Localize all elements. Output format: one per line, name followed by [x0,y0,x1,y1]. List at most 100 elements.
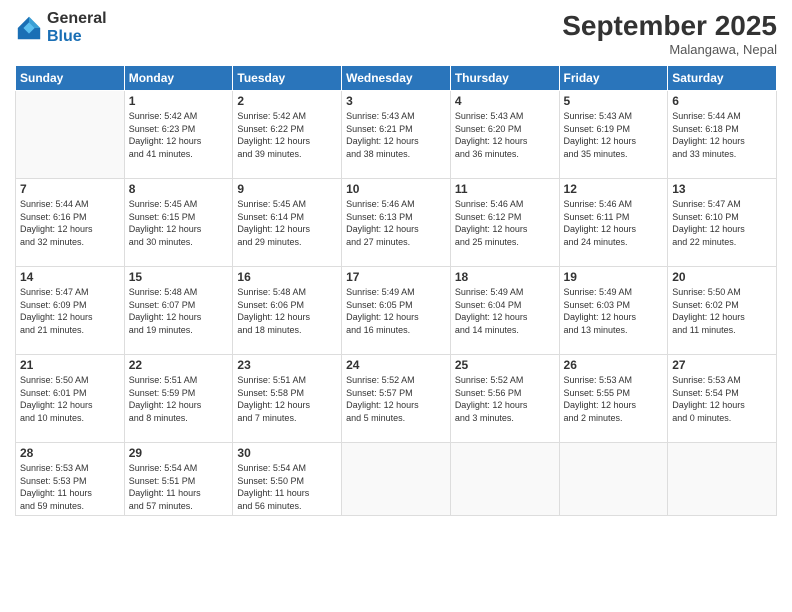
table-row: 15Sunrise: 5:48 AMSunset: 6:07 PMDayligh… [124,267,233,355]
day-info: Sunrise: 5:43 AMSunset: 6:20 PMDaylight:… [455,110,555,160]
table-row: 22 Sunrise: 5:51 AMSunset: 5:59 PMDayligh… [124,355,233,443]
table-row: 7 Sunrise: 5:44 AMSunset: 6:16 PMDaylight… [16,179,125,267]
table-row: 5 Sunrise: 5:43 AMSunset: 6:19 PMDaylight… [559,91,668,179]
day-info: Sunrise: 5:45 AMSunset: 6:15 PMDaylight:… [129,198,229,248]
calendar-table: Sunday Monday Tuesday Wednesday Thursday… [15,65,777,516]
table-row: 2 Sunrise: 5:42 AMSunset: 6:22 PMDaylight… [233,91,342,179]
day-info: Sunrise: 5:49 AMSunset: 6:05 PMDaylight:… [346,286,446,336]
table-row: 30 Sunrise: 5:54 AMSunset: 5:50 PMDayligh… [233,443,342,516]
table-row: 10 Sunrise: 5:46 AMSunset: 6:13 PMDayligh… [342,179,451,267]
table-row: 11 Sunrise: 5:46 AMSunset: 6:12 PMDayligh… [450,179,559,267]
page-header: General Blue September 2025 Malangawa, N… [15,10,777,57]
day-info: Sunrise: 5:48 AMSunset: 6:06 PMDaylight:… [237,286,337,336]
day-number: 23 [237,358,337,372]
day-info: Sunrise: 5:44 AMSunset: 6:16 PMDaylight:… [20,198,120,248]
day-info: Sunrise: 5:42 AMSunset: 6:22 PMDaylight:… [237,110,337,160]
day-number: 3 [346,94,446,108]
header-friday: Friday [559,66,668,91]
day-info: Sunrise: 5:54 AMSunset: 5:51 PMDaylight:… [129,462,229,512]
day-info: Sunrise: 5:43 AMSunset: 6:21 PMDaylight:… [346,110,446,160]
day-number: 6 [672,94,772,108]
day-number: 10 [346,182,446,196]
day-info: Sunrise: 5:47 AMSunset: 6:09 PMDaylight:… [20,286,120,336]
day-number: 5 [564,94,664,108]
day-info: Sunrise: 5:48 AMSunset: 6:07 PMDaylight:… [129,286,229,336]
day-number: 21 [20,358,120,372]
table-row: 19Sunrise: 5:49 AMSunset: 6:03 PMDayligh… [559,267,668,355]
day-number: 16 [237,270,337,284]
day-number: 26 [564,358,664,372]
day-number: 29 [129,446,229,460]
day-info: Sunrise: 5:52 AMSunset: 5:57 PMDaylight:… [346,374,446,424]
day-number: 22 [129,358,229,372]
title-block: September 2025 Malangawa, Nepal [562,10,777,57]
day-number: 20 [672,270,772,284]
table-row: 13 Sunrise: 5:47 AMSunset: 6:10 PMDayligh… [668,179,777,267]
day-info: Sunrise: 5:49 AMSunset: 6:03 PMDaylight:… [564,286,664,336]
table-row: 20 Sunrise: 5:50 AMSunset: 6:02 PMDayligh… [668,267,777,355]
day-number: 30 [237,446,337,460]
table-row [668,443,777,516]
day-info: Sunrise: 5:52 AMSunset: 5:56 PMDaylight:… [455,374,555,424]
day-number: 25 [455,358,555,372]
table-row: 21 Sunrise: 5:50 AMSunset: 6:01 PMDayligh… [16,355,125,443]
location-subtitle: Malangawa, Nepal [562,42,777,57]
day-info: Sunrise: 5:42 AMSunset: 6:23 PMDaylight:… [129,110,229,160]
day-info: Sunrise: 5:54 AMSunset: 5:50 PMDaylight:… [237,462,337,512]
day-info: Sunrise: 5:50 AMSunset: 6:02 PMDaylight:… [672,286,772,336]
logo-general: General [47,10,107,27]
day-info: Sunrise: 5:50 AMSunset: 6:01 PMDaylight:… [20,374,120,424]
day-number: 2 [237,94,337,108]
day-info: Sunrise: 5:49 AMSunset: 6:04 PMDaylight:… [455,286,555,336]
table-row: 8Sunrise: 5:45 AMSunset: 6:15 PMDaylight… [124,179,233,267]
day-info: Sunrise: 5:46 AMSunset: 6:12 PMDaylight:… [455,198,555,248]
table-row: 1 Sunrise: 5:42 AMSunset: 6:23 PMDaylight… [124,91,233,179]
day-number: 7 [20,182,120,196]
table-row: 12Sunrise: 5:46 AMSunset: 6:11 PMDayligh… [559,179,668,267]
day-number: 24 [346,358,446,372]
header-tuesday: Tuesday [233,66,342,91]
table-row [450,443,559,516]
table-row: 24 Sunrise: 5:52 AMSunset: 5:57 PMDayligh… [342,355,451,443]
calendar-header-row: Sunday Monday Tuesday Wednesday Thursday… [16,66,777,91]
day-number: 4 [455,94,555,108]
table-row: 28Sunrise: 5:53 AMSunset: 5:53 PMDayligh… [16,443,125,516]
day-info: Sunrise: 5:51 AMSunset: 5:59 PMDaylight:… [129,374,229,424]
day-number: 27 [672,358,772,372]
day-info: Sunrise: 5:53 AMSunset: 5:54 PMDaylight:… [672,374,772,424]
table-row: 18 Sunrise: 5:49 AMSunset: 6:04 PMDayligh… [450,267,559,355]
header-thursday: Thursday [450,66,559,91]
header-sunday: Sunday [16,66,125,91]
day-info: Sunrise: 5:47 AMSunset: 6:10 PMDaylight:… [672,198,772,248]
day-info: Sunrise: 5:51 AMSunset: 5:58 PMDaylight:… [237,374,337,424]
day-info: Sunrise: 5:46 AMSunset: 6:13 PMDaylight:… [346,198,446,248]
table-row [16,91,125,179]
table-row: 16 Sunrise: 5:48 AMSunset: 6:06 PMDayligh… [233,267,342,355]
table-row: 6 Sunrise: 5:44 AMSunset: 6:18 PMDaylight… [668,91,777,179]
header-saturday: Saturday [668,66,777,91]
table-row: 9 Sunrise: 5:45 AMSunset: 6:14 PMDaylight… [233,179,342,267]
day-info: Sunrise: 5:44 AMSunset: 6:18 PMDaylight:… [672,110,772,160]
table-row: 23 Sunrise: 5:51 AMSunset: 5:58 PMDayligh… [233,355,342,443]
table-row: 29 Sunrise: 5:54 AMSunset: 5:51 PMDayligh… [124,443,233,516]
day-info: Sunrise: 5:53 AMSunset: 5:55 PMDaylight:… [564,374,664,424]
header-monday: Monday [124,66,233,91]
table-row: 14Sunrise: 5:47 AMSunset: 6:09 PMDayligh… [16,267,125,355]
day-number: 18 [455,270,555,284]
logo-blue: Blue [47,28,82,45]
day-number: 9 [237,182,337,196]
logo: General Blue [15,10,107,45]
day-number: 17 [346,270,446,284]
day-number: 1 [129,94,229,108]
month-title: September 2025 [562,10,777,42]
table-row: 4 Sunrise: 5:43 AMSunset: 6:20 PMDaylight… [450,91,559,179]
table-row: 27 Sunrise: 5:53 AMSunset: 5:54 PMDayligh… [668,355,777,443]
day-number: 28 [20,446,120,460]
header-wednesday: Wednesday [342,66,451,91]
table-row: 17 Sunrise: 5:49 AMSunset: 6:05 PMDayligh… [342,267,451,355]
day-info: Sunrise: 5:43 AMSunset: 6:19 PMDaylight:… [564,110,664,160]
day-number: 11 [455,182,555,196]
day-number: 13 [672,182,772,196]
day-info: Sunrise: 5:45 AMSunset: 6:14 PMDaylight:… [237,198,337,248]
table-row [559,443,668,516]
